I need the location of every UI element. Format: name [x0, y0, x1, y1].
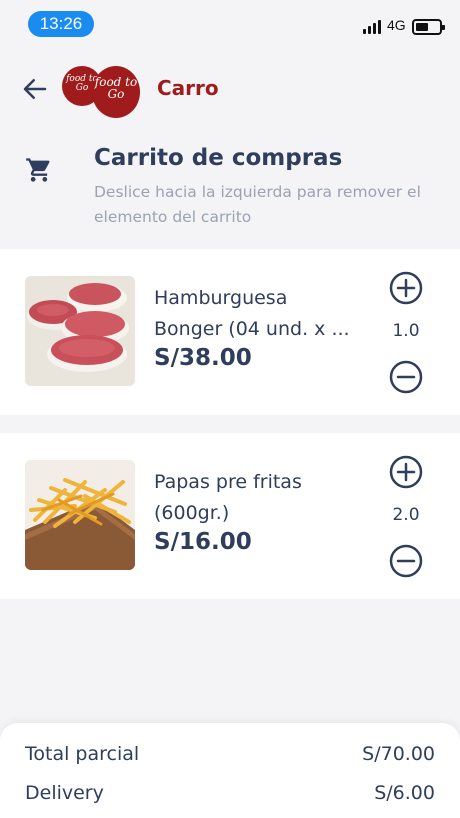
arrow-left-icon	[23, 79, 47, 99]
item-name-line1: Papas pre fritas	[154, 471, 302, 493]
plus-circle-icon	[389, 455, 423, 489]
decrease-quantity-button[interactable]	[389, 360, 423, 394]
item-name: Papas pre fritas (600gr.)	[154, 467, 354, 529]
subtotal-label: Total parcial	[25, 743, 140, 765]
delivery-row: Delivery S/6.00	[25, 782, 435, 812]
delivery-value: S/6.00	[374, 782, 435, 804]
item-name-line1: Hamburguesa	[154, 287, 288, 309]
logo-badge-large: food to Go	[92, 66, 140, 118]
item-image	[25, 276, 135, 386]
item-name: Hamburguesa Bonger (04 und. x ...	[154, 283, 354, 345]
minus-circle-icon	[389, 360, 423, 394]
minus-circle-icon	[389, 544, 423, 578]
network-label: 4G	[387, 17, 406, 33]
item-image	[25, 460, 135, 570]
page-title: Carro	[157, 76, 219, 100]
status-time: 13:26	[28, 11, 94, 37]
signal-icon	[363, 20, 383, 34]
status-bar: 13:26 4G	[0, 0, 460, 46]
cart-subtitle: Deslice hacia la izquierda para remover …	[94, 183, 421, 226]
shopping-cart-icon	[25, 156, 53, 184]
item-price: S/16.00	[154, 529, 252, 555]
subtotal-value: S/70.00	[362, 743, 435, 765]
battery-icon	[412, 19, 445, 35]
item-name-line2: (600gr.)	[154, 502, 230, 524]
cart-title: Carrito de compras	[94, 145, 343, 171]
subtotal-row: Total parcial S/70.00	[25, 743, 435, 773]
item-name-line2: Bonger (04 und. x ...	[154, 318, 350, 340]
increase-quantity-button[interactable]	[389, 271, 423, 305]
app-header: food to Go food to Go Carro	[0, 58, 460, 120]
decrease-quantity-button[interactable]	[389, 544, 423, 578]
item-quantity: 2.0	[392, 505, 420, 525]
cart-item[interactable]: Papas pre fritas (600gr.) S/16.00 2.0	[0, 433, 460, 599]
plus-circle-icon	[389, 271, 423, 305]
item-price: S/38.00	[154, 345, 252, 371]
delivery-label: Delivery	[25, 782, 104, 804]
order-summary: Total parcial S/70.00 Delivery S/6.00	[0, 723, 460, 818]
item-quantity: 1.0	[392, 321, 420, 341]
increase-quantity-button[interactable]	[389, 455, 423, 489]
cart-item[interactable]: Hamburguesa Bonger (04 und. x ... S/38.0…	[0, 249, 460, 415]
brand-logo: food to Go food to Go	[62, 64, 142, 118]
back-button[interactable]	[20, 74, 50, 104]
